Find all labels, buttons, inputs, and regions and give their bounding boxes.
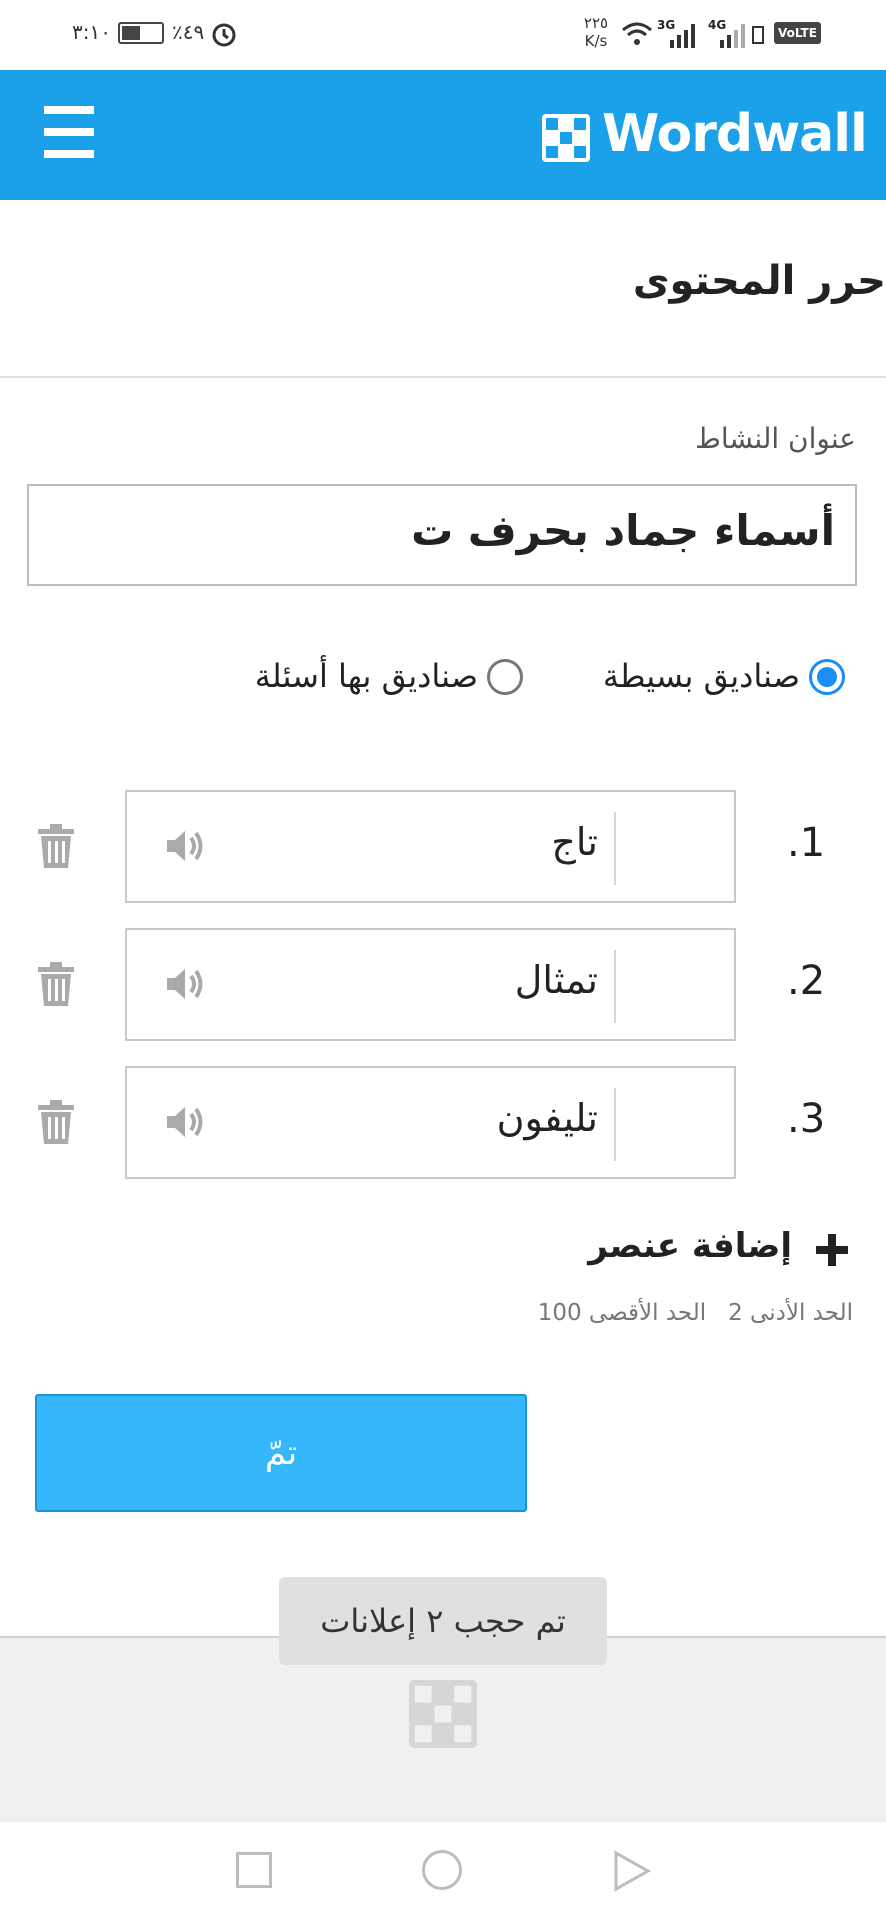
brand-name[interactable]: Wordwall: [602, 104, 868, 164]
speaker-icon[interactable]: [165, 964, 209, 1004]
min-limit-label: الحد الأدنى: [750, 1300, 853, 1326]
sim-icon: [752, 26, 764, 44]
radio-simple-boxes[interactable]: [809, 659, 845, 695]
ads-blocked-toast: تم حجب ٢ إعلانات: [279, 1577, 607, 1665]
item-text[interactable]: تليفون: [497, 1096, 598, 1140]
radio-question-boxes[interactable]: [487, 659, 523, 695]
min-limit-value: 2: [728, 1300, 743, 1326]
network-speed: ٢٢٥ K/s: [583, 14, 609, 50]
done-button[interactable]: تمّ: [35, 1394, 527, 1512]
speaker-icon[interactable]: [165, 1102, 209, 1142]
app-header: Wordwall: [0, 70, 886, 200]
item-field[interactable]: تمثال: [125, 928, 736, 1041]
radio-question-boxes-label[interactable]: صناديق بها أسئلة: [255, 657, 478, 695]
max-limit-label: الحد الأقصى: [588, 1300, 707, 1326]
item-number: .2: [787, 958, 826, 1004]
trash-icon[interactable]: [36, 823, 76, 869]
speaker-icon[interactable]: [165, 826, 209, 866]
battery-icon: [118, 22, 164, 44]
back-icon[interactable]: [612, 1850, 652, 1896]
activity-title-field[interactable]: أسماء جماد بحرف ت: [27, 484, 857, 586]
status-bar: ٣:١٠ ٪٤٩ ٢٢٥ K/s 3G 4G VoLTE: [0, 0, 886, 70]
page-title: حرر المحتوى: [632, 258, 886, 304]
hamburger-icon[interactable]: [44, 106, 94, 158]
item-divider: [614, 812, 616, 885]
system-nav-bar: [0, 1822, 886, 1920]
item-divider: [614, 950, 616, 1023]
item-number: .3: [787, 1096, 826, 1142]
item-text[interactable]: تمثال: [515, 958, 598, 1002]
activity-title-value[interactable]: أسماء جماد بحرف ت: [411, 506, 835, 555]
alarm-icon: [210, 20, 238, 52]
item-number: .1: [787, 820, 826, 866]
wifi-icon: [620, 20, 654, 52]
item-limits: الحد الأدنى 2 الحد الأقصى 100: [538, 1300, 853, 1326]
item-field[interactable]: تليفون: [125, 1066, 736, 1179]
item-field[interactable]: تاج: [125, 790, 736, 903]
trash-icon[interactable]: [36, 1099, 76, 1145]
wordwall-logo-icon[interactable]: [542, 114, 590, 166]
signal-icon-1: [668, 22, 698, 52]
wordwall-logo-icon: [409, 1680, 477, 1752]
home-icon[interactable]: [422, 1850, 462, 1890]
radio-simple-boxes-label[interactable]: صناديق بسيطة: [603, 657, 800, 695]
status-time: ٣:١٠: [72, 20, 111, 44]
item-text[interactable]: تاج: [551, 820, 598, 864]
add-item-button[interactable]: إضافة عنصر: [588, 1226, 792, 1266]
volte-badge: VoLTE: [774, 22, 821, 44]
signal-icon-2: [718, 22, 748, 52]
max-limit-value: 100: [537, 1300, 582, 1326]
trash-icon[interactable]: [36, 961, 76, 1007]
battery-percent: ٪٤٩: [172, 20, 205, 44]
plus-icon[interactable]: [814, 1232, 850, 1272]
item-divider: [614, 1088, 616, 1161]
recents-icon[interactable]: [236, 1852, 272, 1888]
activity-title-label: عنوان النشاط: [694, 422, 856, 455]
title-divider: [0, 376, 886, 378]
